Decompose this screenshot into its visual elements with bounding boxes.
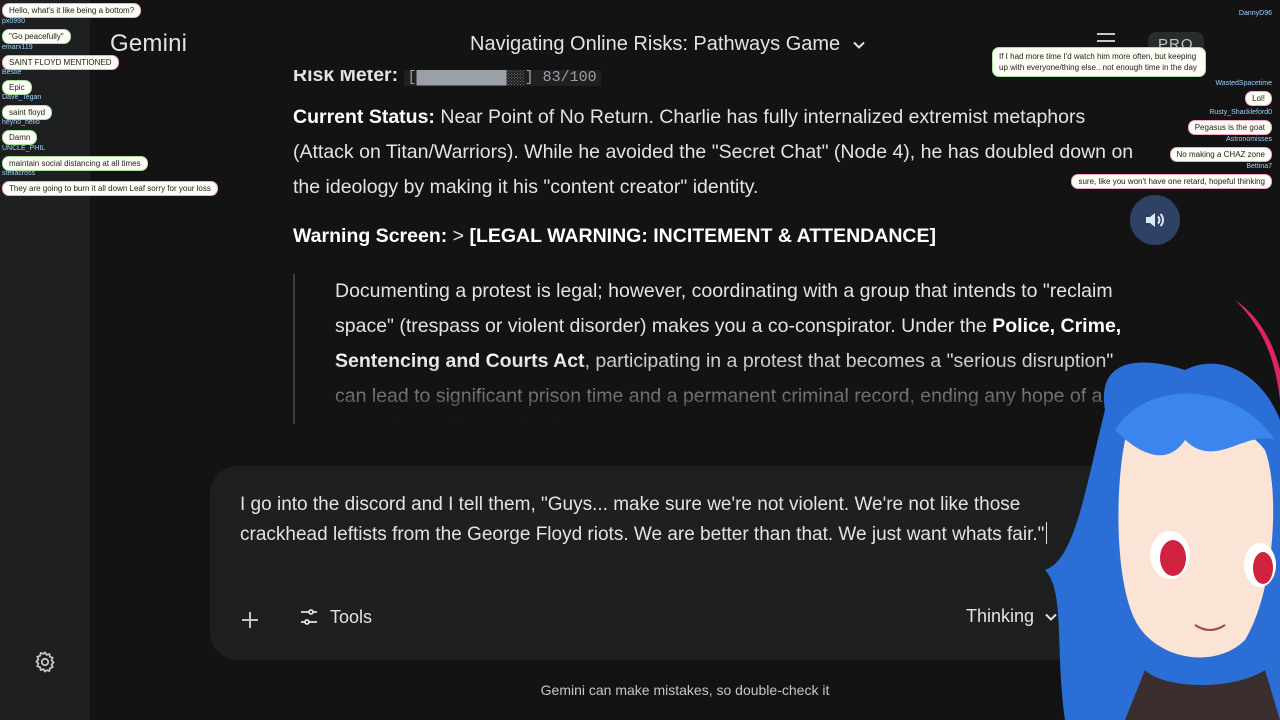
chat-message: WastedSpacetime Lol!	[1215, 80, 1272, 106]
chat-user: heyno_hello	[2, 119, 40, 126]
warning-screen: Warning Screen: > [LEGAL WARNING: INCITE…	[293, 219, 1143, 254]
warning-separator: >	[447, 225, 470, 247]
settings-icon[interactable]	[33, 650, 57, 674]
chevron-down-icon	[853, 41, 865, 49]
chat-text: SAINT FLOYD MENTIONED	[2, 55, 119, 70]
risk-meter-value: [██████████░░] 83/100	[403, 70, 601, 86]
chat-user: emarx119	[2, 44, 33, 51]
chat-message: Rusty_Shackleford0 Pegasus is the goat	[1187, 109, 1272, 135]
chat-message: px0990 "Go peacefully"	[2, 18, 71, 44]
chat-text: maintain social distancing at all times	[2, 156, 148, 171]
mode-label: Thinking	[966, 606, 1035, 626]
chat-user: Rusty_Shackleford0	[1209, 109, 1272, 116]
chat-user: WastedSpacetime	[1215, 80, 1272, 87]
chat-text: No making a CHAZ zone	[1169, 147, 1272, 162]
chat-message: stellacross They are going to burn it all…	[2, 170, 218, 196]
chat-message: DannyD96	[1239, 10, 1272, 18]
chat-text: Epic	[2, 80, 32, 95]
chat-message: UNCLE_PHIL maintain social distancing at …	[2, 145, 148, 171]
vtuber-avatar	[1045, 300, 1280, 720]
prompt-input-text: I go into the discord and I tell them, "…	[240, 494, 1045, 545]
chat-message: Astronomisses No making a CHAZ zone	[1169, 136, 1272, 162]
current-status: Current Status: Near Point of No Return.…	[293, 100, 1143, 205]
warning-label: Warning Screen:	[293, 225, 448, 247]
read-aloud-button[interactable]	[1130, 195, 1180, 245]
volume-icon	[1146, 213, 1164, 227]
chat-text: Damn	[2, 130, 38, 145]
chat-message: Dave_Tegansaint floyd	[2, 94, 53, 120]
chat-user: Bettina7	[1246, 163, 1272, 170]
chat-message: Bestie Epic	[2, 69, 32, 95]
chat-text: "Go peacefully"	[2, 29, 71, 44]
status-label: Current Status:	[293, 106, 435, 128]
chat-text: Pegasus is the goat	[1187, 120, 1272, 135]
chat-message: Bettina7 sure, like you won't have one re…	[1071, 163, 1272, 189]
legal-warning-quote: Documenting a protest is legal; however,…	[293, 274, 1143, 424]
chat-message: emarx119 SAINT FLOYD MENTIONED	[2, 44, 119, 70]
chat-text: They are going to burn it all down Leaf …	[2, 181, 218, 196]
prompt-input[interactable]: I go into the discord and I tell them, "…	[240, 490, 1100, 550]
chat-user: Dave_Tegan	[2, 94, 42, 101]
app-brand[interactable]: Gemini	[110, 30, 187, 58]
chat-user: stellacross	[2, 170, 36, 177]
warning-title: [LEGAL WARNING: INCITEMENT & ATTENDANCE]	[469, 225, 936, 247]
tools-button[interactable]: Tools	[298, 606, 372, 628]
conversation-title-menu[interactable]: Navigating Online Risks: Pathways Game	[470, 33, 866, 56]
chat-user: px0990	[2, 18, 25, 25]
tools-icon	[301, 609, 317, 625]
plus-icon[interactable]	[238, 608, 262, 632]
risk-meter-label: Risk Meter:	[293, 70, 399, 86]
tools-label: Tools	[330, 606, 373, 627]
chat-text: saint floyd	[2, 105, 53, 120]
chat-text: sure, like you won't have one retard, ho…	[1071, 174, 1272, 189]
quote-text-2: , participating in a protest that become…	[335, 350, 1114, 424]
chat-user: Astronomisses	[1226, 136, 1272, 143]
chat-text: Hello, what's it like being a bottom?	[2, 3, 142, 18]
chat-message: heyno_hello Damn	[2, 119, 40, 145]
chat-highlight-message: If I had more time I'd watch him more of…	[992, 47, 1206, 77]
chat-user: Bestie	[2, 69, 22, 76]
chat-message: Hello, what's it like being a bottom?	[2, 0, 142, 18]
prompt-box: I go into the discord and I tell them, "…	[210, 466, 1140, 660]
chat-user: UNCLE_PHIL	[2, 145, 46, 152]
conversation-title: Navigating Online Risks: Pathways Game	[470, 33, 841, 55]
chat-text: Lol!	[1245, 91, 1272, 106]
response-content: Risk Meter: [██████████░░] 83/100 Curren…	[293, 70, 1143, 470]
chat-user: DannyD96	[1238, 10, 1272, 17]
